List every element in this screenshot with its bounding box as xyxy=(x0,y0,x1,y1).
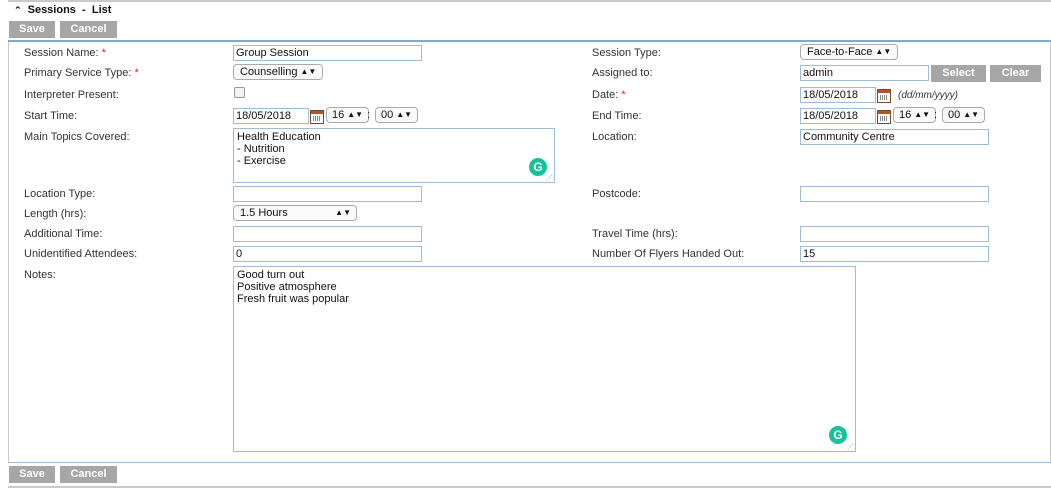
session-form-panel: Session Name: * Group Session Session Ty… xyxy=(8,42,1051,462)
start-minute-select[interactable]: 00 ▲▼ xyxy=(375,107,419,123)
time-separator: : xyxy=(367,109,371,121)
updown-arrows-icon: ▲▼ xyxy=(300,67,317,76)
calendar-icon[interactable] xyxy=(310,110,324,124)
length-label: Length (hrs): xyxy=(24,208,87,220)
assigned-clear-button[interactable]: Clear xyxy=(990,65,1041,82)
notes-line: Good turn out xyxy=(237,269,305,281)
updown-arrows-icon: ▲▼ xyxy=(396,110,413,119)
session-type-label: Session Type: xyxy=(592,47,661,59)
breadcrumb: ⌃ Sessions - List xyxy=(14,4,111,16)
updown-arrows-icon: ▲▼ xyxy=(875,47,892,56)
location-type-label: Location Type: xyxy=(24,188,96,200)
save-button[interactable]: Save xyxy=(9,21,55,38)
double-chevron-up-icon[interactable]: ⌃ xyxy=(14,5,22,15)
location-label: Location: xyxy=(592,131,637,143)
session-type-select[interactable]: Face-to-Face ▲▼ xyxy=(800,44,899,60)
postcode-input[interactable] xyxy=(800,186,989,202)
notes-label: Notes: xyxy=(24,269,56,281)
time-separator: : xyxy=(934,109,938,121)
topic-line: Health Education xyxy=(237,131,321,143)
breadcrumb-list-link[interactable]: List xyxy=(92,4,112,16)
primary-service-type-select[interactable]: Counselling ▲▼ xyxy=(233,64,324,80)
updown-arrows-icon: ▲▼ xyxy=(335,208,351,217)
interpreter-present-checkbox[interactable] xyxy=(234,87,245,98)
flyers-input[interactable]: 15 xyxy=(800,246,989,262)
session-name-input[interactable]: Group Session xyxy=(233,45,422,61)
cancel-button-bottom[interactable]: Cancel xyxy=(60,466,117,483)
length-select[interactable]: 1.5 Hours ▲▼ xyxy=(233,205,357,221)
notes-line: Positive atmosphere xyxy=(237,281,337,293)
save-button-bottom[interactable]: Save xyxy=(9,466,55,483)
resize-grip-icon[interactable]: ⋰ xyxy=(847,442,854,451)
updown-arrows-icon: ▲▼ xyxy=(347,110,364,119)
start-time-label: Start Time: xyxy=(24,110,78,122)
date-format-hint: (dd/mm/yyyy) xyxy=(898,90,958,101)
notes-textarea[interactable]: Good turn out Positive atmosphere Fresh … xyxy=(233,266,856,452)
topic-line: - Exercise xyxy=(237,155,286,167)
notes-line: Fresh fruit was popular xyxy=(237,293,349,305)
grammarly-icon[interactable]: G xyxy=(529,158,547,176)
assigned-select-button[interactable]: Select xyxy=(931,65,986,82)
end-minute-select[interactable]: 00 ▲▼ xyxy=(942,107,986,123)
updown-arrows-icon: ▲▼ xyxy=(914,110,931,119)
main-topics-label: Main Topics Covered: xyxy=(24,131,130,143)
unidentified-attendees-label: Unidentified Attendees: xyxy=(24,248,138,260)
bottom-accent-divider xyxy=(8,462,1051,463)
topic-line: - Nutrition xyxy=(237,143,285,155)
assigned-to-label: Assigned to: xyxy=(592,67,653,79)
travel-time-label: Travel Time (hrs): xyxy=(592,228,678,240)
postcode-label: Postcode: xyxy=(592,188,641,200)
start-date-input[interactable]: 18/05/2018 xyxy=(233,108,309,124)
calendar-icon[interactable] xyxy=(877,89,891,103)
top-divider xyxy=(8,0,1051,2)
resize-grip-icon[interactable]: ⋰ xyxy=(546,173,553,182)
primary-service-type-label: Primary Service Type: * xyxy=(24,67,139,79)
unidentified-attendees-input[interactable]: 0 xyxy=(233,246,422,262)
main-topics-textarea[interactable]: Health Education - Nutrition - Exercise … xyxy=(233,128,555,183)
grammarly-icon[interactable]: G xyxy=(829,426,847,444)
date-label: Date: * xyxy=(592,89,626,101)
end-date-input[interactable]: 18/05/2018 xyxy=(800,108,876,124)
date-input[interactable]: 18/05/2018 xyxy=(800,87,876,103)
assigned-to-input[interactable]: admin xyxy=(800,65,929,81)
cancel-button[interactable]: Cancel xyxy=(60,21,117,38)
additional-time-label: Additional Time: xyxy=(24,228,103,240)
end-time-label: End Time: xyxy=(592,110,642,122)
end-hour-select[interactable]: 16 ▲▼ xyxy=(893,107,937,123)
interpreter-present-label: Interpreter Present: xyxy=(24,89,119,101)
location-type-input[interactable] xyxy=(233,186,422,202)
start-hour-select[interactable]: 16 ▲▼ xyxy=(326,107,370,123)
breadcrumb-title: Sessions xyxy=(27,4,76,16)
location-input[interactable]: Community Centre xyxy=(800,129,989,145)
breadcrumb-separator: - xyxy=(82,4,86,16)
updown-arrows-icon: ▲▼ xyxy=(963,110,980,119)
additional-time-input[interactable] xyxy=(233,226,422,242)
calendar-icon[interactable] xyxy=(877,110,891,124)
travel-time-input[interactable] xyxy=(800,226,989,242)
flyers-label: Number Of Flyers Handed Out: xyxy=(592,248,745,260)
session-name-label: Session Name: * xyxy=(24,47,106,59)
bottom-divider xyxy=(8,486,1051,488)
